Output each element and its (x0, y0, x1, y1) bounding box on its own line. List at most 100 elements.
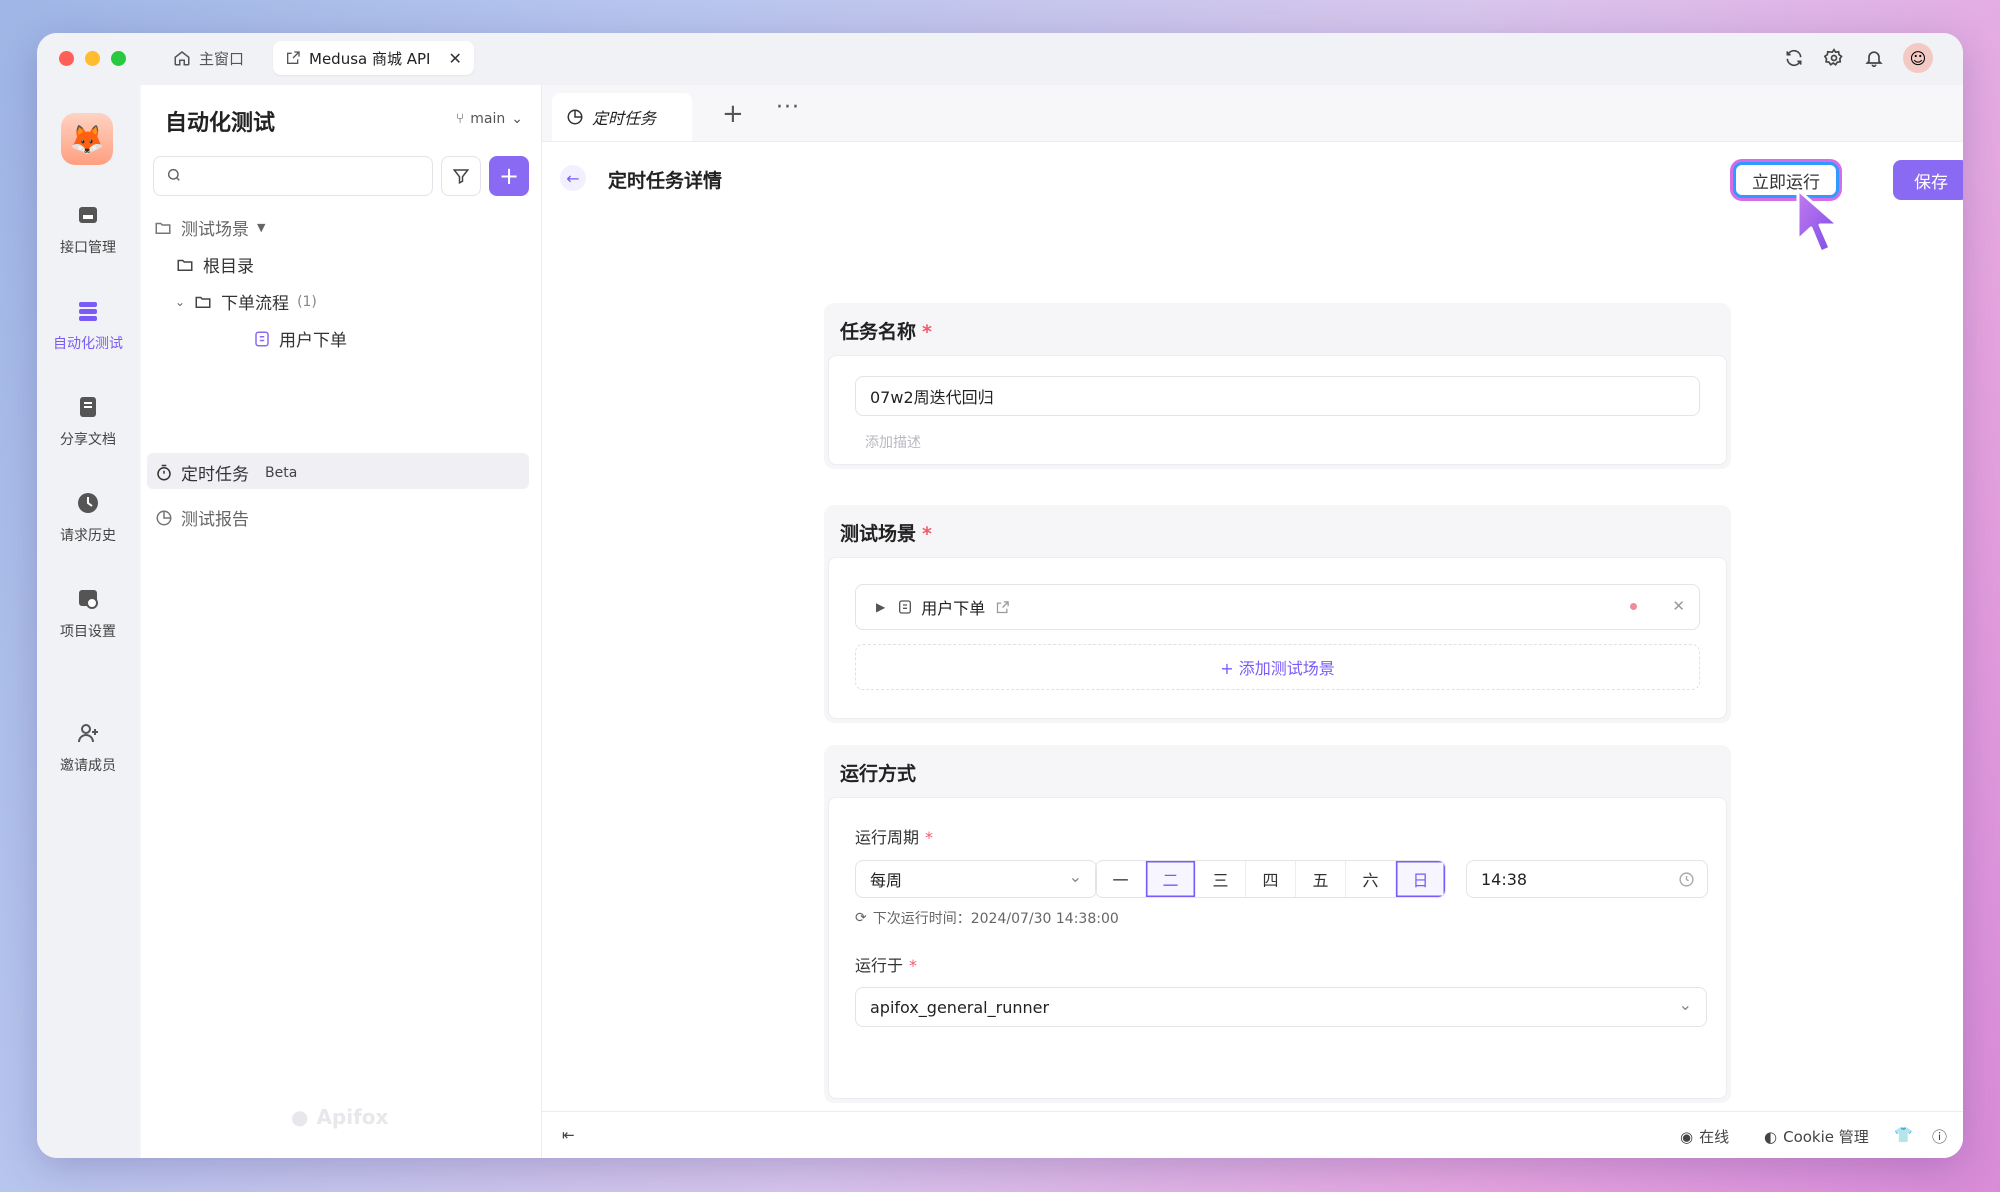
task-name-input[interactable]: 07w2周迭代回归 (855, 376, 1700, 416)
gear-icon[interactable] (1823, 47, 1845, 69)
status-dot (1630, 603, 1637, 610)
chevron-down-icon: ⌄ (1678, 995, 1692, 1014)
day-thu[interactable]: 四 (1246, 861, 1296, 897)
tab-label: 定时任务 (592, 109, 657, 128)
add-scene-label: + 添加测试场景 (1220, 659, 1335, 678)
back-button[interactable]: ← (560, 165, 586, 191)
chevron-down-icon: ⌄ (1068, 867, 1082, 886)
api-management-icon (79, 207, 97, 223)
caret-right-icon[interactable]: ▶ (876, 600, 885, 614)
day-wed[interactable]: 三 (1196, 861, 1246, 897)
task-name-title: 任务名称 * (840, 317, 932, 344)
weekday-picker: 一 二 三 四 五 六 日 (1095, 860, 1446, 898)
day-fri[interactable]: 五 (1296, 861, 1346, 897)
report-icon (156, 510, 172, 525)
runner-label-text: 运行于 (855, 956, 904, 975)
branch-label: main (470, 111, 506, 127)
cycle-select[interactable]: 每周 ⌄ (855, 860, 1097, 898)
new-tab-button[interactable]: + (722, 99, 744, 129)
maximize-window-button[interactable] (111, 51, 126, 66)
nav-item-automation-test[interactable]: 自动化测试 (37, 299, 139, 353)
nav-item-invite-member[interactable]: 邀请成员 (37, 721, 139, 775)
tree-item-root[interactable]: 根目录 (175, 252, 254, 277)
scene-item[interactable]: ▶ 用户下单 ✕ (855, 584, 1700, 630)
nav-label: 分享文档 (60, 432, 116, 448)
branch-selector[interactable]: ⑂ main ⌄ (456, 111, 523, 127)
nav-item-request-history[interactable]: 请求历史 (37, 491, 139, 545)
required-mark: * (922, 523, 932, 545)
add-button[interactable]: + (489, 156, 529, 196)
runner-select[interactable]: apifox_general_runner ⌄ (855, 987, 1707, 1027)
tab-scheduled-task[interactable]: 定时任务 (552, 93, 692, 141)
nav-item-project-settings[interactable]: 项目设置 (37, 587, 139, 641)
beta-badge: Beta (265, 464, 298, 481)
run-mode-title: 运行方式 (840, 763, 917, 785)
time-value: 14:38 (1481, 869, 1528, 889)
nav-label: 接口管理 (60, 240, 116, 256)
folder-ts-icon (155, 222, 171, 234)
close-icon[interactable]: ✕ (1672, 597, 1685, 615)
time-picker[interactable]: 14:38 (1466, 860, 1708, 898)
scenes-title-text: 测试场景 (840, 523, 917, 545)
search-box[interactable] (153, 156, 433, 196)
more-icon[interactable]: ··· (776, 95, 800, 120)
user-avatar[interactable]: ☺ (1903, 43, 1933, 73)
save-button[interactable]: 保存 (1893, 160, 1963, 200)
window-tab-home[interactable]: 主窗口 (161, 41, 256, 75)
online-label: 在线 (1699, 1128, 1730, 1146)
search-icon (167, 168, 180, 181)
collapse-sidebar-icon[interactable]: ⇤ (562, 1126, 575, 1144)
tree-item-scene[interactable]: 用户下单 (253, 326, 347, 351)
filter-button[interactable] (441, 156, 481, 196)
runner-value: apifox_general_runner (870, 997, 1050, 1017)
help-icon[interactable]: ⓘ (1932, 1126, 1947, 1147)
apifox-logo-icon: ● (291, 1105, 309, 1129)
external-link-icon[interactable] (995, 600, 1010, 615)
app-window: 主窗口 Medusa 商城 API ✕ ☺ 🦊 接口管理 自动化测试 分享文档 … (37, 33, 1963, 1158)
folder-icon (195, 296, 211, 308)
tree-folder-label: 下单流程 (221, 294, 290, 314)
invite-member-icon (78, 724, 98, 743)
timer-icon (157, 464, 171, 480)
chevron-down-icon[interactable]: ⌄ (175, 295, 185, 309)
online-status[interactable]: ◉ 在线 (1680, 1126, 1729, 1147)
report-icon (567, 109, 583, 125)
nav-item-share-docs[interactable]: 分享文档 (37, 395, 139, 449)
scenes-title: 测试场景 * (840, 519, 932, 546)
search-input[interactable] (190, 163, 424, 189)
chevron-down-icon: ⌄ (511, 111, 523, 127)
minimize-window-button[interactable] (85, 51, 100, 66)
close-tab-icon[interactable]: ✕ (448, 49, 461, 68)
tree-item-scheduled[interactable]: 定时任务 Beta (155, 460, 297, 485)
plus-icon: + (498, 162, 520, 190)
window-tab-home-label: 主窗口 (199, 49, 245, 68)
nav-item-api-management[interactable]: 接口管理 (37, 203, 139, 257)
caret-down-icon: ▼ (257, 221, 266, 234)
tree-scenes-label: 测试场景 (181, 220, 249, 240)
main-tabs-bar: 定时任务 + ··· (542, 85, 1963, 142)
left-nav: 🦊 接口管理 自动化测试 分享文档 请求历史 项目设置 邀请成员 (37, 85, 139, 1158)
tree-item-reports[interactable]: 测试报告 (155, 505, 249, 530)
share-docs-icon (80, 397, 96, 417)
bell-icon[interactable] (1863, 47, 1885, 69)
description-input[interactable]: 添加描述 (865, 432, 921, 452)
check-circle-icon: ◉ (1680, 1127, 1694, 1146)
shirt-icon[interactable]: 👕 (1894, 1126, 1913, 1144)
day-mon[interactable]: 一 (1096, 861, 1146, 897)
close-window-button[interactable] (59, 51, 74, 66)
tree-item-folder[interactable]: ⌄ 下单流程 (1) (175, 289, 317, 315)
title-bar: 主窗口 Medusa 商城 API ✕ ☺ (37, 33, 1963, 85)
tree-item-scenes[interactable]: 测试场景 ▼ (153, 215, 265, 240)
next-run-info: ⟳ 下次运行时间：2024/07/30 14:38:00 (855, 908, 1119, 928)
task-name-title-text: 任务名称 (840, 321, 917, 343)
task-name-box: 07w2周迭代回归 添加描述 (828, 355, 1727, 465)
day-sat[interactable]: 六 (1346, 861, 1396, 897)
scene-icon (899, 600, 912, 614)
add-scene-button[interactable]: + 添加测试场景 (855, 644, 1700, 690)
window-tab-project-label: Medusa 商城 API (309, 49, 431, 68)
window-tab-project[interactable]: Medusa 商城 API ✕ (273, 41, 474, 75)
day-tue[interactable]: 二 (1146, 861, 1196, 897)
cookie-manager[interactable]: ◐ Cookie 管理 (1764, 1126, 1869, 1147)
refresh-icon[interactable] (1783, 47, 1805, 69)
day-sun[interactable]: 日 (1396, 861, 1445, 897)
